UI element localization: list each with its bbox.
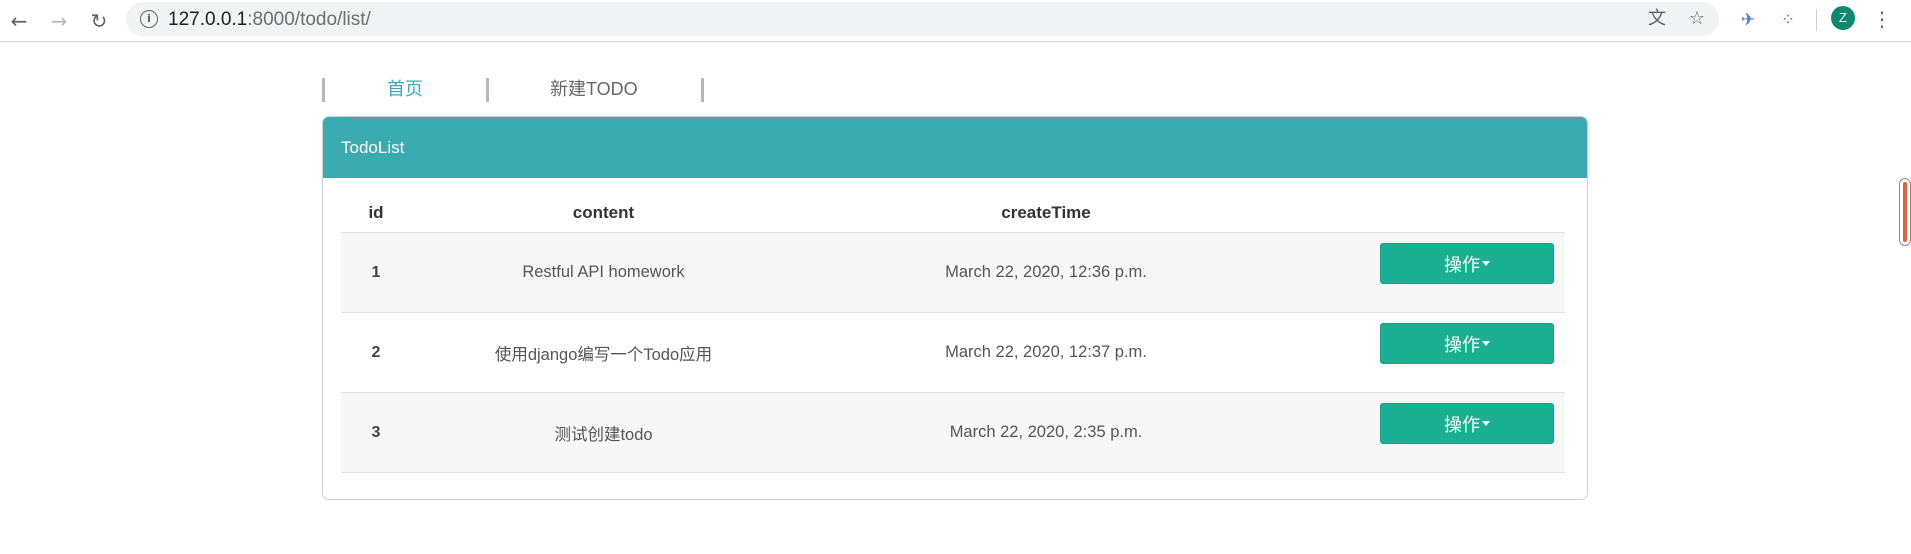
toolbar-divider xyxy=(1816,9,1817,31)
table-row: 2 使用django编写一个Todo应用 March 22, 2020, 12:… xyxy=(341,313,1565,393)
table-row: 3 测试创建todo March 22, 2020, 2:35 p.m. 操作 xyxy=(341,393,1565,473)
scrollbar-thumb[interactable] xyxy=(1903,182,1907,242)
row-create-time: March 22, 2020, 2:35 p.m. xyxy=(949,423,1143,441)
action-button-label: 操作 xyxy=(1444,334,1480,355)
bird-extension-icon[interactable]: ✈ xyxy=(1736,8,1760,32)
action-button-label: 操作 xyxy=(1444,414,1480,435)
row-id: 1 xyxy=(371,263,381,281)
url-text[interactable]: 127.0.0.1:8000/todo/list/ xyxy=(168,9,371,31)
nav-divider xyxy=(322,78,325,102)
nav-home-link[interactable]: 首页 xyxy=(387,78,423,100)
todo-panel: TodoList id content createTime 1 Restful… xyxy=(322,116,1588,500)
row-content: 测试创建todo xyxy=(554,425,653,444)
profile-avatar[interactable]: Z xyxy=(1831,6,1855,30)
table-header: id content createTime xyxy=(341,194,1565,233)
caret-down-icon xyxy=(1482,261,1490,266)
row-create-time: March 22, 2020, 12:36 p.m. xyxy=(945,263,1147,281)
row-id: 3 xyxy=(371,423,381,441)
nav-divider xyxy=(701,78,704,102)
row-content: Restful API homework xyxy=(522,263,685,281)
table-row: 1 Restful API homework March 22, 2020, 1… xyxy=(341,233,1565,313)
info-icon[interactable]: i xyxy=(140,10,158,28)
reload-icon[interactable]: ↻ xyxy=(86,8,112,34)
panel-title: TodoList xyxy=(323,117,1587,178)
nav-divider xyxy=(486,78,489,102)
row-content: 使用django编写一个Todo应用 xyxy=(494,345,713,364)
nav-new-todo-link[interactable]: 新建TODO xyxy=(550,78,638,100)
browser-toolbar: ← → ↻ i 127.0.0.1:8000/todo/list/ 文 ☆ ✈ … xyxy=(0,0,1911,42)
translate-icon[interactable]: 文 xyxy=(1646,8,1668,30)
column-header-actions xyxy=(1296,194,1565,232)
action-dropdown-button[interactable]: 操作 xyxy=(1380,243,1554,284)
action-dropdown-button[interactable]: 操作 xyxy=(1380,323,1554,364)
caret-down-icon xyxy=(1482,341,1490,346)
todo-table: id content createTime 1 Restful API home… xyxy=(341,194,1565,473)
forward-arrow-icon[interactable]: → xyxy=(46,8,72,34)
star-icon[interactable]: ☆ xyxy=(1686,8,1708,30)
row-id: 2 xyxy=(371,343,381,361)
address-bar[interactable]: i 127.0.0.1:8000/todo/list/ 文 ☆ xyxy=(126,2,1719,36)
network-extension-icon[interactable]: ⁘ xyxy=(1776,8,1800,32)
back-arrow-icon[interactable]: ← xyxy=(6,8,32,34)
column-header-id: id xyxy=(368,203,384,222)
action-button-label: 操作 xyxy=(1444,254,1480,275)
action-dropdown-button[interactable]: 操作 xyxy=(1380,403,1554,444)
scrollbar[interactable] xyxy=(1899,178,1911,246)
caret-down-icon xyxy=(1482,421,1490,426)
column-header-createtime: createTime xyxy=(1001,203,1091,222)
row-create-time: March 22, 2020, 12:37 p.m. xyxy=(945,343,1147,361)
column-header-content: content xyxy=(572,203,635,222)
kebab-menu-icon[interactable]: ⋮ xyxy=(1872,6,1892,32)
